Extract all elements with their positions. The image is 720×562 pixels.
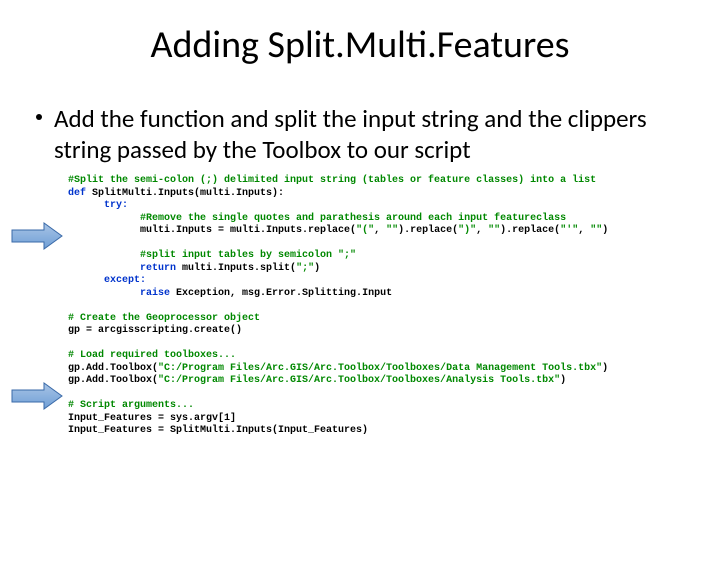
arrow-icon	[10, 221, 64, 251]
code-text: )	[314, 263, 320, 274]
code-string: ""	[590, 225, 602, 236]
bullet-item: Add the function and split the input str…	[36, 104, 684, 165]
code-keyword: def	[68, 188, 86, 199]
arrow-icon	[10, 381, 64, 411]
code-string: "C:/Program Files/Arc.GIS/Arc.Toolbox/To…	[158, 363, 602, 374]
code-text: gp = arcgisscripting.create()	[68, 325, 242, 336]
code-funcname: SplitMulti.Inputs(multi.Inputs):	[92, 188, 284, 199]
code-text: Exception, msg.Error.Splitting.Input	[170, 288, 392, 299]
code-text: multi.Inputs = multi.Inputs.replace(	[140, 225, 356, 236]
code-keyword: except:	[104, 275, 146, 286]
code-comment: # Create the Geoprocessor object	[68, 313, 260, 324]
code-comment: #Remove the single quotes and parathesis…	[140, 213, 566, 224]
code-comment: # Script arguments...	[68, 400, 194, 411]
code-block: #Split the semi-colon (;) delimited inpu…	[68, 175, 690, 438]
code-keyword: raise	[140, 288, 170, 299]
slide-title: Adding Split.Multi.Features	[0, 22, 720, 68]
code-string: ""	[386, 225, 398, 236]
code-text: )	[560, 375, 566, 386]
code-string: "C:/Program Files/Arc.GIS/Arc.Toolbox/To…	[158, 375, 560, 386]
code-text: Input_Features = sys.argv[1]	[68, 413, 236, 424]
code-string: ""	[488, 225, 500, 236]
code-string: "("	[356, 225, 374, 236]
bullet-dot	[36, 114, 42, 120]
code-string: ")"	[458, 225, 476, 236]
code-text: gp.Add.Toolbox(	[68, 375, 158, 386]
code-string: ";"	[296, 263, 314, 274]
code-comment: #Split the semi-colon (;) delimited inpu…	[68, 175, 596, 186]
code-text: Input_Features = SplitMulti.Inputs(Input…	[68, 425, 368, 436]
code-keyword: return	[140, 263, 176, 274]
code-comment: #split input tables by semicolon ";"	[140, 250, 356, 261]
code-string: "'"	[560, 225, 578, 236]
code-keyword: try:	[104, 200, 128, 211]
code-text: gp.Add.Toolbox(	[68, 363, 158, 374]
code-text: ).replace(	[398, 225, 458, 236]
bullet-text: Add the function and split the input str…	[54, 104, 684, 165]
code-text: )	[602, 225, 608, 236]
code-text: )	[602, 363, 608, 374]
code-text: ).replace(	[500, 225, 560, 236]
code-comment: # Load required toolboxes...	[68, 350, 236, 361]
code-text: multi.Inputs.split(	[176, 263, 296, 274]
bullet-block: Add the function and split the input str…	[36, 104, 684, 165]
